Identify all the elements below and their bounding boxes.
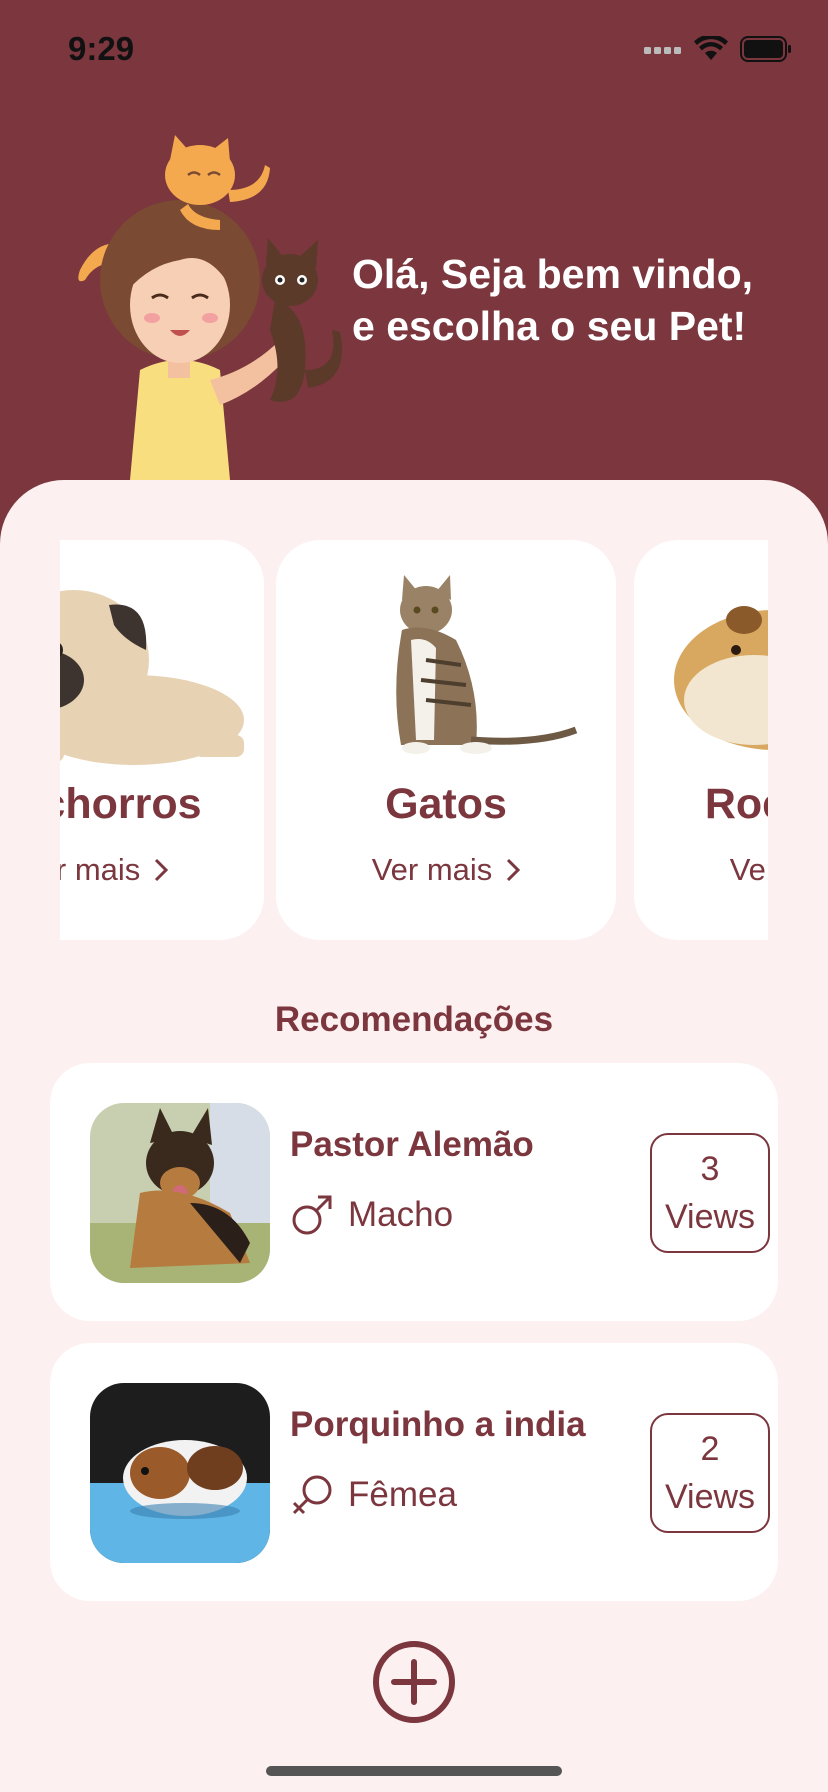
- category-more-label: Ver mais: [60, 852, 141, 887]
- views-count: 2: [700, 1430, 720, 1468]
- category-more-label: Ver mais: [371, 852, 493, 887]
- welcome-line-1: Olá, Seja bem vindo,: [352, 251, 754, 297]
- category-more-link[interactable]: Ver mais: [60, 852, 264, 888]
- main-sheet: Cachorros Ver mais Gatos: [0, 480, 828, 1792]
- female-icon: [292, 1475, 332, 1515]
- status-bar: 9:29: [0, 0, 828, 100]
- recommendations-title: Recomendações: [274, 1000, 554, 1039]
- header: Olá, Seja bem vindo, e escolha o seu Pet…: [0, 100, 828, 480]
- category-carousel[interactable]: Cachorros Ver mais Gatos: [60, 540, 768, 940]
- battery-icon: [740, 36, 791, 62]
- signal-icon: [644, 47, 681, 54]
- welcome-line-2: e escolha o seu Pet!: [352, 303, 747, 349]
- pet-photo: [90, 1103, 270, 1283]
- category-title: Gatos: [385, 780, 507, 828]
- views-label: Views: [664, 1478, 756, 1516]
- wifi-icon: [694, 36, 728, 60]
- category-card-cats[interactable]: Gatos Ver mais: [276, 540, 616, 940]
- category-more-link[interactable]: Ver mais: [276, 852, 616, 888]
- german-shepherd-photo: [90, 1103, 270, 1283]
- category-title: Roedores: [704, 780, 768, 828]
- chevron-right-icon: [155, 858, 169, 882]
- category-card-dogs[interactable]: Cachorros Ver mais: [60, 540, 264, 940]
- chevron-right-icon: [507, 858, 521, 882]
- views-count: 3: [700, 1150, 720, 1188]
- pug-photo: [60, 590, 244, 765]
- pet-gender-label: Macho: [348, 1195, 454, 1234]
- views-badge: 3 Views: [650, 1133, 770, 1253]
- welcome-message: Olá, Seja bem vindo, e escolha o seu Pet…: [352, 248, 792, 352]
- home-indicator: [266, 1766, 562, 1776]
- male-icon: [292, 1195, 332, 1235]
- guinea-pig-photo: [674, 606, 768, 750]
- recommendation-card[interactable]: Pastor Alemão Macho 3 Views: [50, 1063, 778, 1321]
- pet-name: Pastor Alemão: [290, 1125, 534, 1164]
- pet-gender: Macho: [290, 1193, 453, 1237]
- category-more-link[interactable]: Ver mais: [634, 852, 768, 888]
- status-icons: [644, 36, 792, 62]
- girl-with-cats-illustration: [78, 135, 342, 480]
- views-label: Views: [664, 1198, 756, 1236]
- category-title: Cachorros: [60, 780, 202, 828]
- pet-photo: [90, 1383, 270, 1563]
- cat-photo: [396, 575, 578, 754]
- guinea-pig-photo: [90, 1383, 270, 1563]
- views-badge: 2 Views: [650, 1413, 770, 1533]
- pet-gender: Fêmea: [290, 1473, 457, 1517]
- plus-circle-icon[interactable]: [372, 1640, 456, 1724]
- category-card-rodents[interactable]: Roedores Ver mais: [634, 540, 768, 940]
- category-more-label: Ver mais: [729, 852, 768, 887]
- recommendation-card[interactable]: Porquinho a india Fêmea 2 Views: [50, 1343, 778, 1601]
- pet-gender-label: Fêmea: [348, 1475, 457, 1514]
- status-time: 9:29: [68, 30, 135, 67]
- pet-name: Porquinho a india: [290, 1405, 586, 1444]
